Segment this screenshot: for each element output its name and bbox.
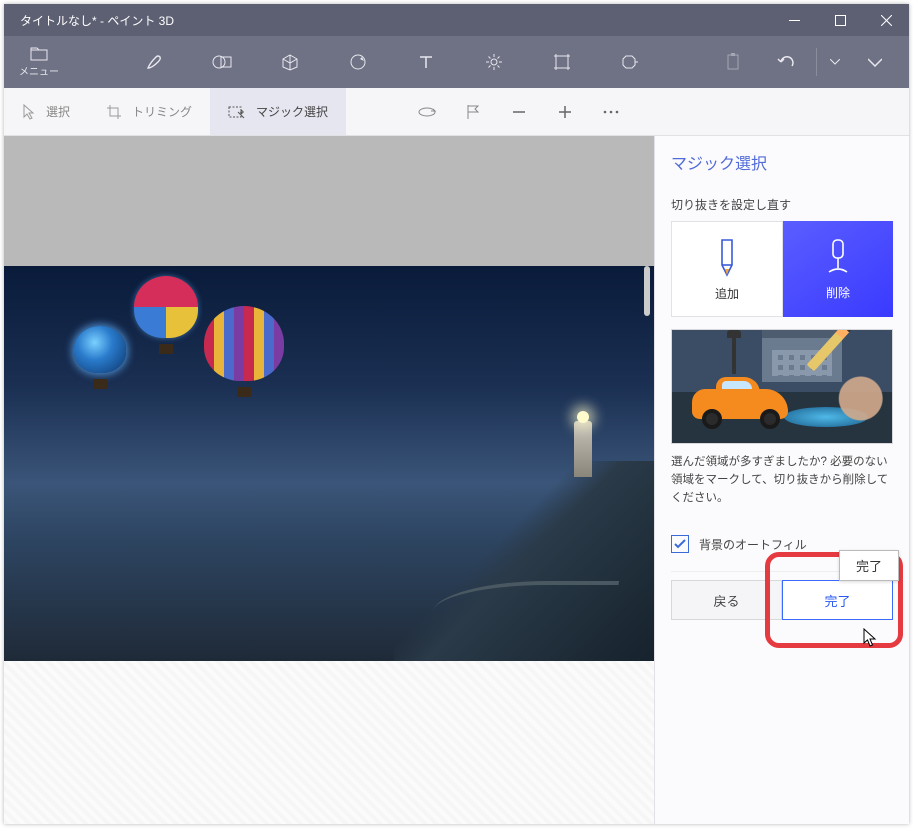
history-dropdown[interactable] bbox=[825, 36, 845, 88]
shapes-2d-tool[interactable] bbox=[212, 52, 232, 72]
rotate-3d-button[interactable] bbox=[418, 103, 436, 121]
crop-icon bbox=[106, 104, 122, 120]
flag-button[interactable] bbox=[464, 103, 482, 121]
done-button[interactable]: 完了 bbox=[782, 580, 893, 620]
menu-label: メニュー bbox=[19, 63, 59, 78]
ribbon: メニュー bbox=[4, 36, 909, 88]
magic-select-label: マジック選択 bbox=[256, 103, 328, 120]
magic-select-tool[interactable]: マジック選択 bbox=[210, 88, 346, 135]
back-label: 戻る bbox=[713, 591, 739, 610]
canvas-area[interactable] bbox=[4, 136, 654, 824]
effects-tool[interactable] bbox=[484, 52, 504, 72]
expand-button[interactable] bbox=[853, 36, 897, 88]
done-tooltip: 完了 bbox=[839, 550, 899, 581]
canvas-tool[interactable] bbox=[552, 52, 572, 72]
close-button[interactable] bbox=[863, 4, 909, 36]
zoom-out-button[interactable] bbox=[510, 103, 528, 121]
brush-tool[interactable] bbox=[144, 52, 164, 72]
eraser-icon bbox=[825, 238, 851, 276]
checkbox-icon bbox=[671, 535, 689, 553]
lighthouse bbox=[574, 421, 592, 477]
secondary-icons bbox=[346, 103, 620, 121]
add-label: 追加 bbox=[715, 285, 739, 302]
shapes-3d-tool[interactable] bbox=[280, 52, 300, 72]
help-text: 選んだ領域が多すぎましたか? 必要のない領域をマークして、切り抜きから削除してく… bbox=[671, 454, 893, 507]
divider bbox=[816, 48, 817, 76]
more-button[interactable] bbox=[602, 103, 620, 121]
paste-button[interactable] bbox=[712, 36, 756, 88]
pencil-icon bbox=[716, 237, 738, 277]
mouse-cursor-icon bbox=[862, 628, 878, 648]
autofill-label: 背景のオートフィル bbox=[699, 536, 807, 553]
select-label: 選択 bbox=[46, 103, 70, 120]
refine-tools: 追加 削除 bbox=[671, 221, 893, 317]
crop-tool[interactable]: トリミング bbox=[88, 88, 210, 135]
stickers-tool[interactable] bbox=[348, 52, 368, 72]
done-label: 完了 bbox=[824, 591, 850, 610]
balloon-medium bbox=[134, 276, 198, 358]
app-window: タイトルなし* - ペイント 3D メニュー bbox=[4, 4, 909, 824]
balloon-small bbox=[74, 326, 126, 388]
minimize-button[interactable] bbox=[771, 4, 817, 36]
main-area: マジック選択 切り抜きを設定し直す 追加 bbox=[4, 136, 909, 824]
menu-button[interactable]: メニュー bbox=[4, 36, 74, 88]
zoom-in-button[interactable] bbox=[556, 103, 574, 121]
sidebar-title: マジック選択 bbox=[671, 150, 893, 174]
ribbon-right bbox=[712, 36, 909, 88]
add-tool-card[interactable]: 追加 bbox=[671, 221, 783, 317]
library-3d-tool[interactable] bbox=[620, 52, 640, 72]
canvas-padding-bottom bbox=[4, 661, 654, 824]
canvas-image[interactable] bbox=[4, 266, 654, 661]
magic-select-icon bbox=[228, 104, 246, 120]
button-row: 戻る 完了 完了 bbox=[671, 580, 893, 620]
secondary-toolbar: 選択 トリミング マジック選択 bbox=[4, 88, 909, 136]
back-button[interactable]: 戻る bbox=[671, 580, 782, 620]
balloon-large bbox=[204, 306, 284, 406]
titlebar: タイトルなし* - ペイント 3D bbox=[4, 4, 909, 36]
maximize-button[interactable] bbox=[817, 4, 863, 36]
cliff bbox=[394, 461, 654, 661]
select-tool[interactable]: 選択 bbox=[4, 88, 88, 135]
window-title: タイトルなし* - ペイント 3D bbox=[4, 12, 771, 29]
crop-label: トリミング bbox=[132, 103, 192, 120]
remove-tool-card[interactable]: 削除 bbox=[783, 221, 893, 317]
canvas-padding-top bbox=[4, 136, 654, 266]
vertical-scrollbar[interactable] bbox=[644, 266, 650, 316]
folder-icon bbox=[30, 47, 48, 61]
remove-label: 削除 bbox=[826, 284, 850, 301]
sidebar: マジック選択 切り抜きを設定し直す 追加 bbox=[654, 136, 909, 824]
text-tool[interactable] bbox=[416, 52, 436, 72]
refine-label: 切り抜きを設定し直す bbox=[671, 196, 893, 213]
preview-image bbox=[671, 329, 893, 444]
undo-button[interactable] bbox=[764, 36, 808, 88]
cursor-icon bbox=[22, 104, 36, 120]
ribbon-tools bbox=[74, 36, 712, 88]
